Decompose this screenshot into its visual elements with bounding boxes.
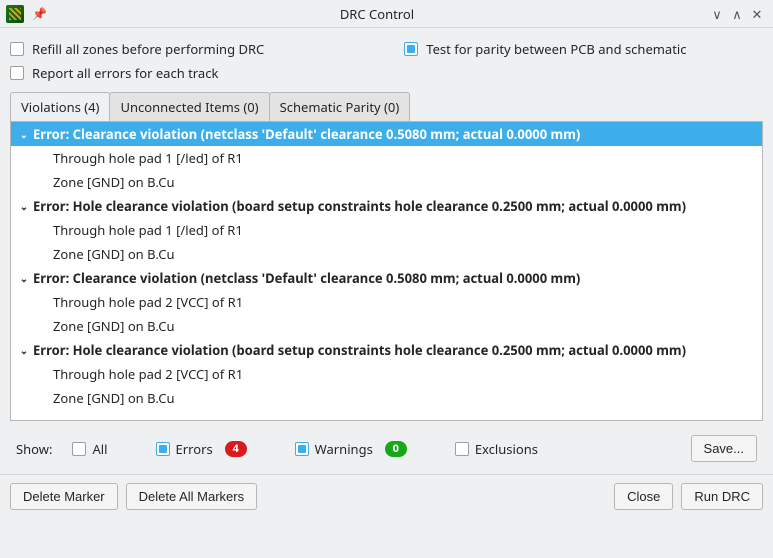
save-button[interactable]: Save... <box>691 435 757 462</box>
report-checkbox[interactable] <box>10 66 24 80</box>
delete-marker-button[interactable]: Delete Marker <box>10 483 118 510</box>
parity-checkbox[interactable] <box>404 42 418 56</box>
filter-all-checkbox[interactable] <box>72 442 86 456</box>
violation-detail[interactable]: Zone [GND] on B.Cu <box>11 242 762 266</box>
delete-all-markers-button[interactable]: Delete All Markers <box>126 483 257 510</box>
maximize-icon[interactable]: ∧ <box>727 5 747 23</box>
violation-detail[interactable]: Through hole pad 2 [VCC] of R1 <box>11 362 762 386</box>
violation-row[interactable]: ⌄Error: Hole clearance violation (board … <box>11 194 762 218</box>
errors-count-badge: 4 <box>225 441 247 457</box>
filter-exclusions-checkbox[interactable] <box>455 442 469 456</box>
violation-title: Error: Clearance violation (netclass 'De… <box>33 269 580 287</box>
tab-unconnected[interactable]: Unconnected Items (0) <box>109 92 269 121</box>
close-button[interactable]: Close <box>614 483 673 510</box>
violation-detail[interactable]: Through hole pad 2 [VCC] of R1 <box>11 290 762 314</box>
refill-label: Refill all zones before performing DRC <box>32 40 264 58</box>
filter-errors-label: Errors <box>176 440 213 458</box>
chevron-down-icon[interactable]: ⌄ <box>17 197 31 215</box>
app-icon <box>6 5 24 23</box>
refill-checkbox[interactable] <box>10 42 24 56</box>
report-label: Report all errors for each track <box>32 64 218 82</box>
minimize-icon[interactable]: ∨ <box>707 5 727 23</box>
chevron-down-icon[interactable]: ⌄ <box>17 341 31 359</box>
violations-tree[interactable]: ⌄Error: Clearance violation (netclass 'D… <box>10 121 763 421</box>
violation-row[interactable]: ⌄Error: Hole clearance violation (board … <box>11 338 762 362</box>
violation-detail[interactable]: Through hole pad 1 [/led] of R1 <box>11 218 762 242</box>
run-drc-button[interactable]: Run DRC <box>681 483 763 510</box>
violation-detail[interactable]: Through hole pad 1 [/led] of R1 <box>11 146 762 170</box>
window-title: DRC Control <box>47 5 707 23</box>
filter-exclusions-label: Exclusions <box>475 440 538 458</box>
violation-title: Error: Hole clearance violation (board s… <box>33 197 686 215</box>
pin-icon[interactable]: 📌 <box>32 5 47 22</box>
filter-warnings-label: Warnings <box>315 440 373 458</box>
parity-label: Test for parity between PCB and schemati… <box>426 40 686 58</box>
violation-detail[interactable]: Zone [GND] on B.Cu <box>11 170 762 194</box>
filter-all-label: All <box>92 440 107 458</box>
chevron-down-icon[interactable]: ⌄ <box>17 269 31 287</box>
violation-row[interactable]: ⌄Error: Clearance violation (netclass 'D… <box>11 266 762 290</box>
violation-detail[interactable]: Zone [GND] on B.Cu <box>11 314 762 338</box>
filter-warnings-checkbox[interactable] <box>295 442 309 456</box>
violation-title: Error: Hole clearance violation (board s… <box>33 341 686 359</box>
violation-title: Error: Clearance violation (netclass 'De… <box>33 125 580 143</box>
violation-detail[interactable]: Zone [GND] on B.Cu <box>11 386 762 410</box>
chevron-down-icon[interactable]: ⌄ <box>17 125 31 143</box>
violation-row[interactable]: ⌄Error: Clearance violation (netclass 'D… <box>11 122 762 146</box>
filter-errors-checkbox[interactable] <box>156 442 170 456</box>
tab-schematic-parity[interactable]: Schematic Parity (0) <box>269 92 411 121</box>
close-icon[interactable]: ✕ <box>747 5 767 23</box>
tab-violations[interactable]: Violations (4) <box>10 92 110 121</box>
show-label: Show: <box>16 440 52 458</box>
warnings-count-badge: 0 <box>385 441 407 457</box>
